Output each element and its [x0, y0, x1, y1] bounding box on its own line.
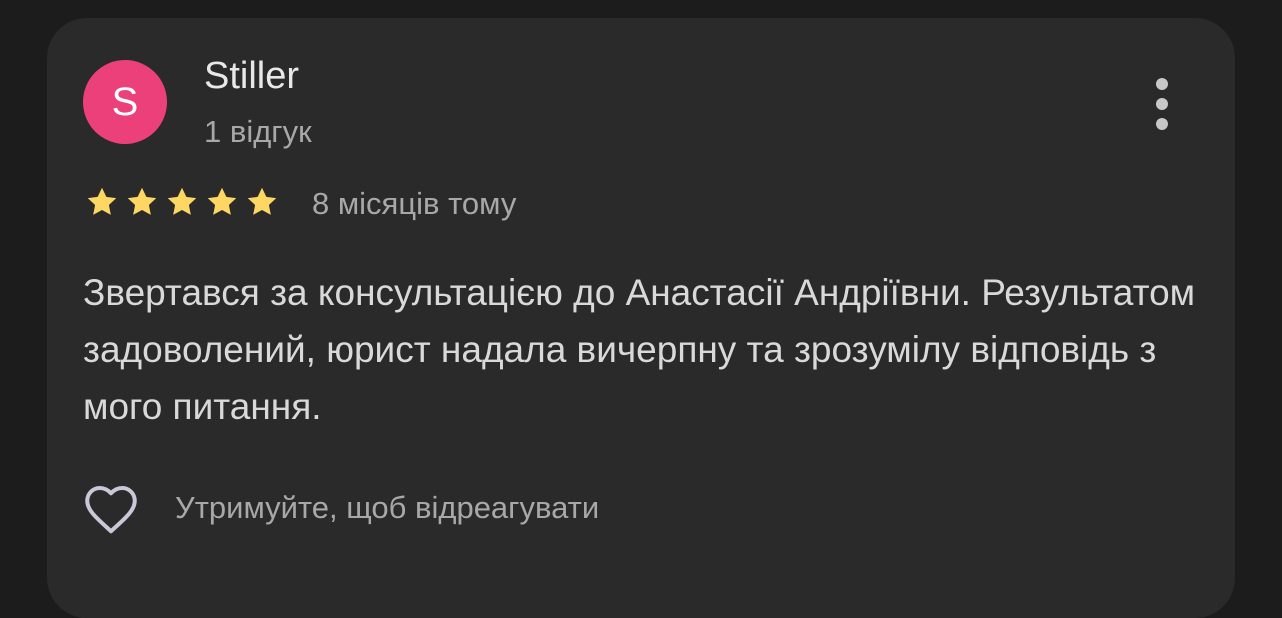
heart-outline-icon[interactable] [81, 480, 141, 536]
star-icon [203, 184, 241, 220]
star-icon [163, 184, 201, 220]
react-label: Утримуйте, щоб відреагувати [175, 490, 600, 525]
avatar[interactable]: S [83, 60, 167, 144]
star-icon [83, 184, 121, 220]
author-review-count: 1 відгук [204, 114, 312, 149]
react-button[interactable]: Утримуйте, щоб відреагувати [81, 480, 599, 536]
author-name[interactable]: Stiller [204, 54, 299, 98]
more-options-button[interactable] [1143, 76, 1183, 132]
star-icon [243, 184, 281, 220]
avatar-letter: S [111, 79, 139, 124]
star-icon [123, 184, 161, 220]
review-card: S Stiller 1 відгук 8 місяців тому Зверта… [47, 18, 1235, 618]
review-date: 8 місяців тому [312, 186, 517, 221]
star-rating [83, 184, 281, 220]
review-text: Звертався за консультацією до Анастасії … [83, 272, 1196, 427]
